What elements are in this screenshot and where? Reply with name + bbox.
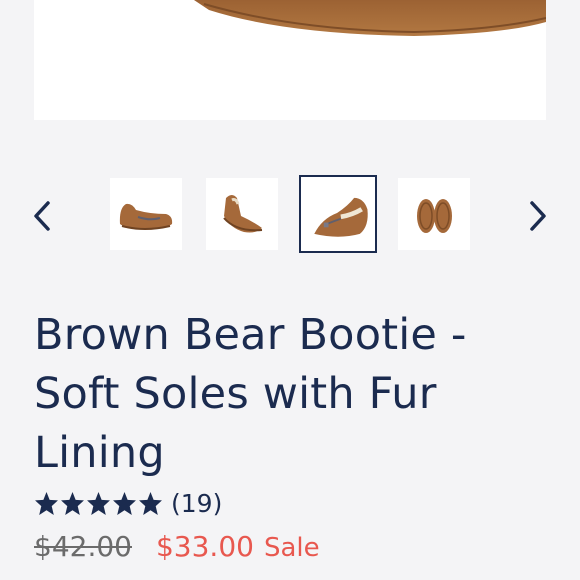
thumbnail-front-view[interactable] <box>206 178 278 250</box>
thumbnail-gallery <box>0 170 580 260</box>
thumbnail-sole-view[interactable] <box>398 178 470 250</box>
sale-price: $33.00 <box>155 530 254 563</box>
star-icon <box>139 491 162 515</box>
review-count[interactable]: (19) <box>171 489 222 518</box>
star-icon <box>35 491 58 515</box>
chevron-left-icon[interactable] <box>27 198 57 234</box>
product-title: Brown Bear Bootie - Soft Soles with Fur … <box>34 310 467 478</box>
sale-badge: Sale <box>263 533 320 563</box>
star-icon <box>87 491 110 515</box>
thumbnail-zipper-view[interactable] <box>299 175 377 253</box>
chevron-right-icon[interactable] <box>523 198 553 234</box>
thumbnail-side-view[interactable] <box>110 178 182 250</box>
star-icon <box>61 491 84 515</box>
price-row: $42.00 $33.00 Sale <box>34 530 320 563</box>
main-product-image[interactable] <box>34 0 546 120</box>
original-price: $42.00 <box>34 530 132 563</box>
rating-stars <box>34 491 163 516</box>
star-icon <box>113 491 136 515</box>
product-rating[interactable]: (19) <box>34 488 222 518</box>
